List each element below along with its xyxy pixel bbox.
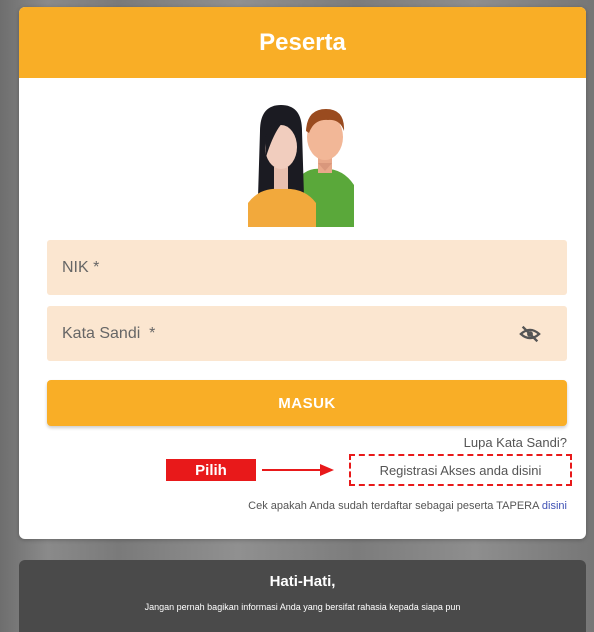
login-card: Peserta MASUK Lupa Kata Sandi? Pilih	[19, 7, 586, 539]
warning-title: Hati-Hati,	[269, 573, 336, 590]
people-avatar-icon	[248, 105, 354, 227]
arrow-right-icon	[262, 464, 334, 476]
warning-text: Jangan pernah bagikan informasi Anda yan…	[144, 602, 461, 612]
eye-slash-icon[interactable]	[519, 323, 541, 345]
nik-input[interactable]	[62, 258, 552, 277]
check-registration-link[interactable]: disini	[542, 500, 567, 512]
pilih-annotation: Pilih	[166, 459, 256, 481]
card-header: Peserta	[19, 7, 586, 78]
nik-field[interactable]	[47, 240, 567, 295]
login-button-label: MASUK	[278, 394, 336, 412]
register-highlight-box: Registrasi Akses anda disini	[349, 454, 572, 486]
pilih-label: Pilih	[195, 461, 227, 479]
card-title: Peserta	[259, 28, 346, 56]
password-input[interactable]	[62, 324, 552, 343]
login-button[interactable]: MASUK	[47, 380, 567, 426]
check-registration-line: Cek apakah Anda sudah terdaftar sebagai …	[248, 500, 567, 512]
forgot-password-link[interactable]: Lupa Kata Sandi?	[464, 435, 567, 450]
password-field[interactable]	[47, 306, 567, 361]
register-access-link[interactable]: Registrasi Akses anda disini	[380, 463, 542, 478]
check-text: Cek apakah Anda sudah terdaftar sebagai …	[248, 500, 539, 512]
warning-banner: Hati-Hati, Jangan pernah bagikan informa…	[19, 560, 586, 632]
